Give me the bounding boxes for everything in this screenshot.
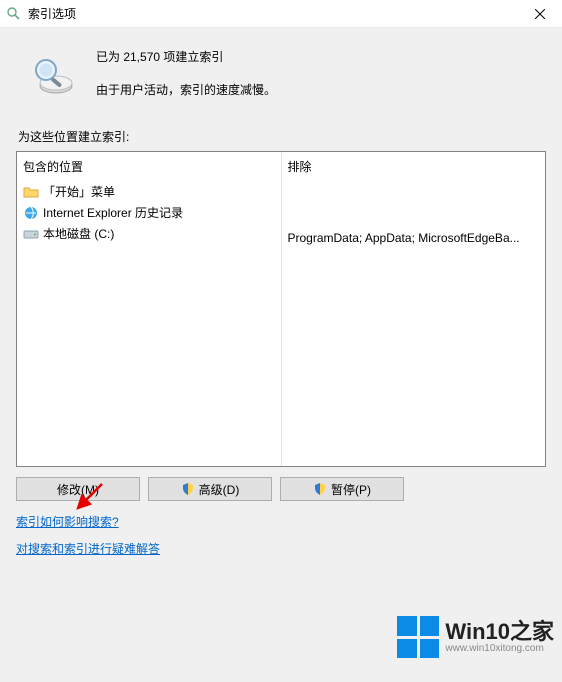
button-row: 修改(M) 高级(D) 暂停(P)	[16, 477, 546, 501]
close-button[interactable]	[517, 0, 562, 28]
windows-logo-icon	[397, 616, 439, 658]
ie-icon	[23, 205, 39, 221]
help-link-search[interactable]: 索引如何影响搜索?	[16, 513, 119, 530]
locations-label: 为这些位置建立索引:	[18, 128, 546, 145]
status-block: 已为 21,570 项建立索引 由于用户活动，索引的速度减慢。	[16, 46, 546, 100]
included-column: 包含的位置 「开始」菜单 Internet Explorer 历史记录 本地磁盘…	[17, 152, 281, 466]
index-status-text: 由于用户活动，索引的速度减慢。	[96, 81, 276, 98]
magnifier-drive-icon	[28, 52, 76, 100]
list-item[interactable]: 「开始」菜单	[23, 181, 275, 202]
drive-icon	[23, 226, 39, 242]
window-title: 索引选项	[28, 5, 517, 22]
locations-box: 包含的位置 「开始」菜单 Internet Explorer 历史记录 本地磁盘…	[16, 151, 546, 467]
advanced-button[interactable]: 高级(D)	[148, 477, 272, 501]
pause-button[interactable]: 暂停(P)	[280, 477, 404, 501]
modify-button[interactable]: 修改(M)	[16, 477, 140, 501]
shield-icon	[181, 482, 195, 496]
list-item[interactable]: Internet Explorer 历史记录	[23, 202, 275, 223]
list-item-label: 本地磁盘 (C:)	[43, 225, 114, 242]
excluded-header: 排除	[288, 156, 540, 181]
close-icon	[535, 9, 545, 19]
watermark-url: www.win10xitong.com	[445, 643, 554, 654]
titlebar: 索引选项	[0, 0, 562, 28]
watermark: Win10之家 www.win10xitong.com	[397, 616, 554, 658]
help-link-troubleshoot[interactable]: 对搜索和索引进行疑难解答	[16, 540, 160, 557]
folder-icon	[23, 184, 39, 200]
app-icon	[6, 6, 22, 22]
help-links: 索引如何影响搜索? 对搜索和索引进行疑难解答	[16, 513, 546, 567]
list-item[interactable]: 本地磁盘 (C:)	[23, 223, 275, 244]
list-item-label: Internet Explorer 历史记录	[43, 204, 183, 221]
watermark-brand: Win10之家	[445, 621, 554, 643]
excluded-text: ProgramData; AppData; MicrosoftEdgeBa...	[288, 181, 540, 245]
included-header: 包含的位置	[23, 156, 275, 181]
excluded-column: 排除 ProgramData; AppData; MicrosoftEdgeBa…	[281, 152, 546, 466]
index-count-text: 已为 21,570 项建立索引	[96, 48, 276, 65]
shield-icon	[313, 482, 327, 496]
list-item-label: 「开始」菜单	[43, 183, 115, 200]
